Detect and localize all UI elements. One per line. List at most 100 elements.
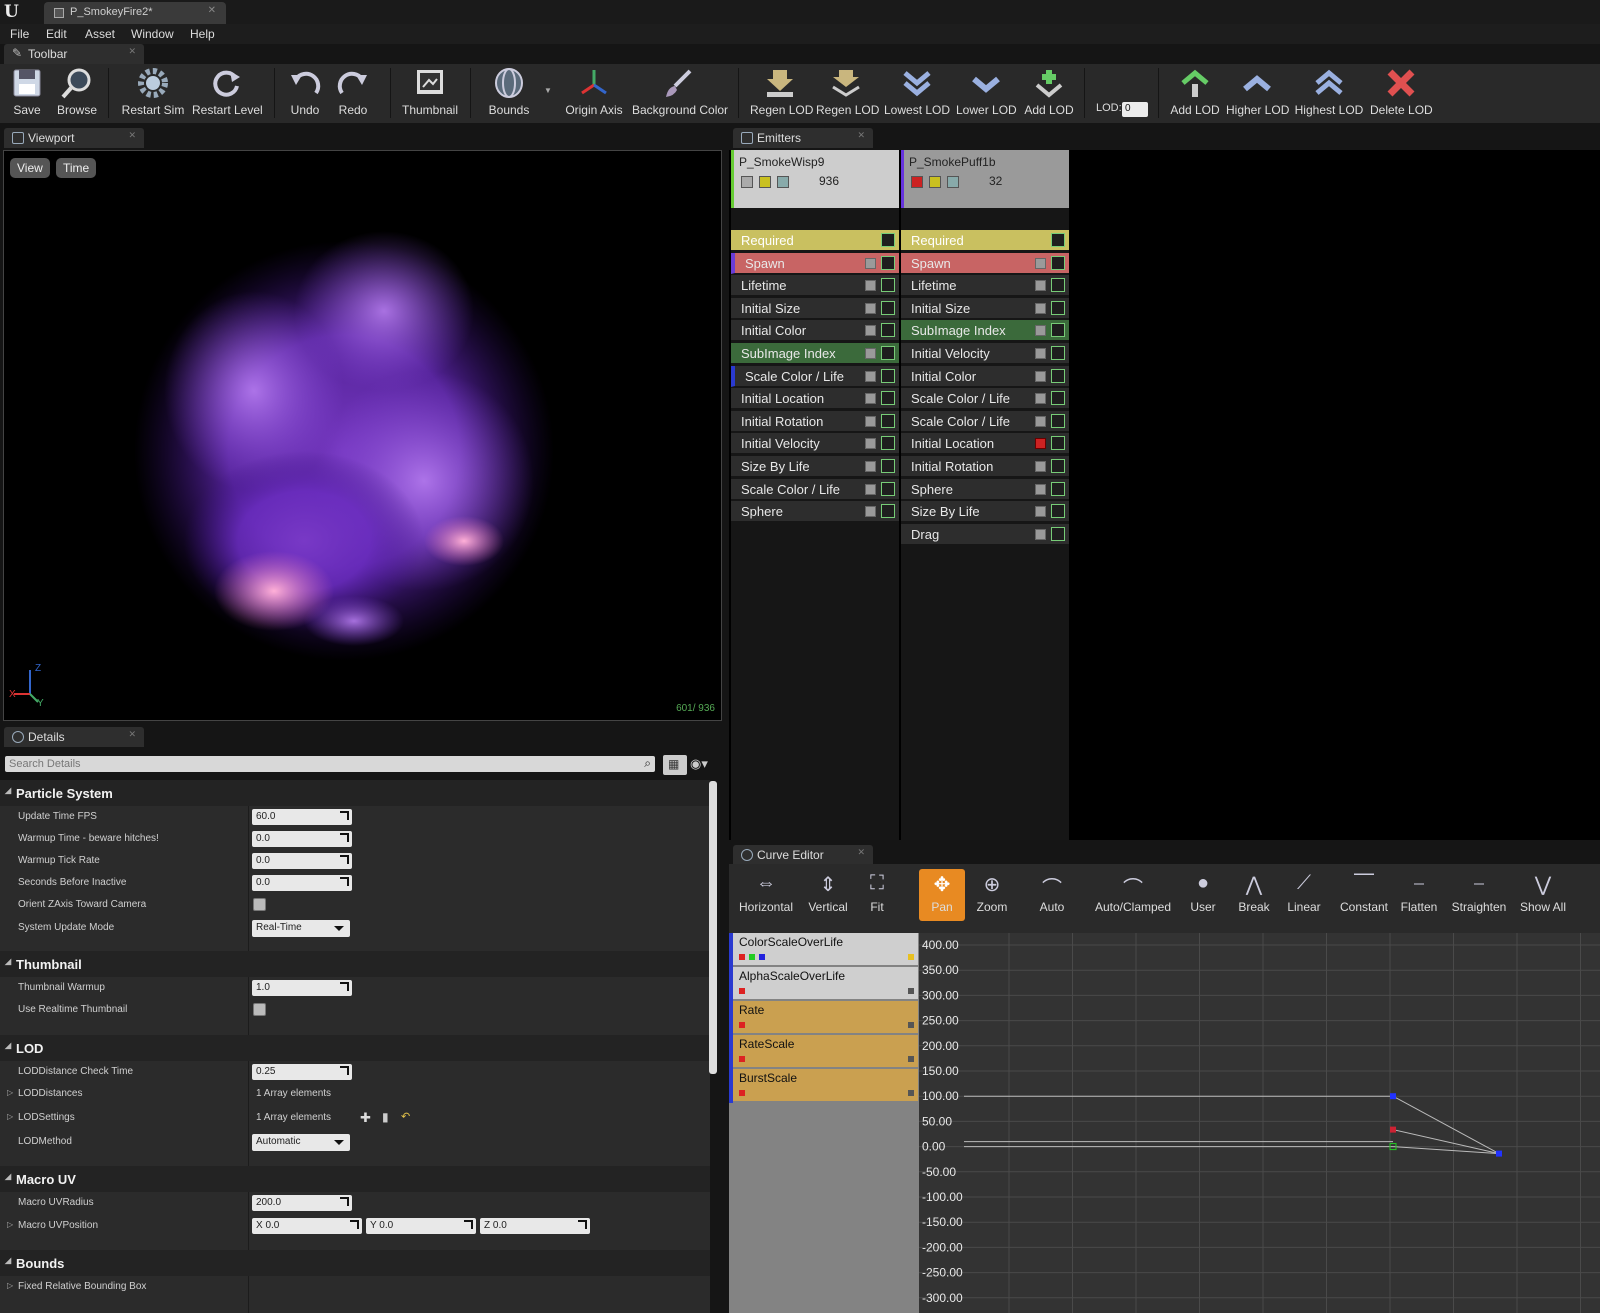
channel-swatch[interactable] xyxy=(739,988,745,994)
warmup-tick-rate-field[interactable]: 0.0 xyxy=(252,853,352,869)
curve-graph-icon[interactable] xyxy=(1051,459,1065,473)
track-visibility-toggle[interactable] xyxy=(908,1090,914,1096)
module-initial-rotation[interactable]: Initial Rotation xyxy=(901,456,1069,477)
curve-track-ratescale[interactable]: RateScale xyxy=(733,1035,918,1067)
curve-graph-icon[interactable] xyxy=(881,323,895,338)
curve-linear-button[interactable]: ⟋ Linear xyxy=(1279,869,1329,921)
menu-window[interactable]: Window xyxy=(131,27,174,41)
curve-show-all-button[interactable]: ⋁ Show All xyxy=(1514,869,1572,921)
undo-button[interactable]: Undo xyxy=(284,64,326,123)
close-icon[interactable]: ✕ xyxy=(208,5,216,16)
module-required[interactable]: Required xyxy=(731,230,899,251)
module-drag[interactable]: Drag xyxy=(901,523,1069,545)
curve-graph-icon[interactable] xyxy=(1051,323,1065,338)
module-lifetime[interactable]: Lifetime xyxy=(731,275,899,297)
spin-arrows-icon[interactable] xyxy=(350,1220,359,1229)
category-bounds[interactable]: Bounds xyxy=(0,1250,710,1276)
enable-checkbox[interactable] xyxy=(865,483,876,495)
spin-arrows-icon[interactable] xyxy=(340,982,349,991)
curve-auto-button[interactable]: ⌒ Auto xyxy=(1024,869,1080,921)
emitter-header[interactable]: P_SmokeWisp9 936 xyxy=(731,150,899,208)
enable-checkbox[interactable] xyxy=(865,415,876,427)
module-subimage-index[interactable]: SubImage Index xyxy=(901,320,1069,342)
lod-spinbox[interactable]: 0 xyxy=(1122,102,1148,117)
view-options-button[interactable]: ▦ xyxy=(663,755,687,775)
enable-checkbox[interactable] xyxy=(1035,302,1046,314)
module-lifetime[interactable]: Lifetime xyxy=(901,275,1069,297)
trash-icon[interactable]: ▮ xyxy=(382,1110,389,1124)
orient-zaxis-checkbox[interactable] xyxy=(253,898,266,911)
curve-flatten-button[interactable]: ⎯ Flatten xyxy=(1394,869,1444,921)
curve-straighten-button[interactable]: ⎯ Straighten xyxy=(1449,869,1509,921)
channel-swatch[interactable] xyxy=(749,954,755,960)
track-visibility-toggle[interactable] xyxy=(908,1022,914,1028)
curve-graph-icon[interactable] xyxy=(881,255,895,270)
curve-zoom-button[interactable]: ⊕ Zoom xyxy=(968,869,1016,921)
enable-checkbox[interactable] xyxy=(1035,393,1046,405)
enable-checkbox[interactable] xyxy=(865,302,876,314)
curve-graph-icon[interactable] xyxy=(1051,233,1065,247)
viewport[interactable]: View Time Z X Y 601/ 936 xyxy=(3,150,722,721)
warmup-time-field[interactable]: 0.0 xyxy=(252,831,352,847)
spin-arrows-icon[interactable] xyxy=(340,1066,349,1075)
curve-graph-icon[interactable] xyxy=(881,391,895,406)
restart-level-button[interactable]: Restart Level xyxy=(192,64,263,123)
enable-checkbox[interactable] xyxy=(865,370,876,382)
channel-swatch[interactable] xyxy=(739,1022,745,1028)
curve-graph-icon[interactable] xyxy=(1051,391,1065,406)
track-visibility-toggle[interactable] xyxy=(908,954,914,960)
curve-graph-icon[interactable] xyxy=(1051,481,1065,496)
thumbnail-warmup-field[interactable]: 1.0 xyxy=(252,980,352,996)
curve-constant-button[interactable]: ⎺ Constant xyxy=(1334,869,1394,921)
details-scrollbar[interactable] xyxy=(709,781,717,1074)
solo-icon[interactable] xyxy=(929,176,941,188)
curve-key[interactable] xyxy=(1496,1150,1502,1157)
module-initial-location[interactable]: Initial Location xyxy=(901,433,1069,455)
regen-lod-all-button[interactable]: Regen LOD xyxy=(816,64,879,123)
search-details-input[interactable]: Search Details ⌕ xyxy=(5,756,655,772)
macro-uv-position-x-field[interactable]: X 0.0 xyxy=(252,1218,362,1234)
enable-checkbox[interactable] xyxy=(1035,280,1046,292)
module-initial-velocity[interactable]: Initial Velocity xyxy=(731,433,899,455)
curve-break-button[interactable]: ⋀ Break xyxy=(1229,869,1279,921)
spin-arrows-icon[interactable] xyxy=(340,855,349,864)
enable-checkbox[interactable] xyxy=(1035,257,1046,269)
curve-horizontal-button[interactable]: ⇔ Horizontal xyxy=(735,869,797,921)
close-icon[interactable]: ✕ xyxy=(857,130,865,141)
reset-icon[interactable]: ↶ xyxy=(401,1110,410,1123)
curve-graph-icon[interactable] xyxy=(1051,300,1065,315)
redo-button[interactable]: Redo xyxy=(332,64,374,123)
tab-viewport[interactable]: Viewport ✕ xyxy=(4,128,144,148)
channel-swatch[interactable] xyxy=(739,1056,745,1062)
module-scale-color-life[interactable]: Scale Color / Life xyxy=(731,365,899,387)
expand-arrow-icon[interactable]: ▷ xyxy=(7,1112,13,1121)
curve-graph-icon[interactable] xyxy=(881,346,895,360)
module-subimage-index[interactable]: SubImage Index xyxy=(731,343,899,364)
curve-graph-icon[interactable] xyxy=(1051,346,1065,360)
expand-arrow-icon[interactable]: ▷ xyxy=(7,1281,13,1290)
module-scale-color-life[interactable]: Scale Color / Life xyxy=(901,388,1069,410)
macro-uv-position-y-field[interactable]: Y 0.0 xyxy=(366,1218,476,1234)
origin-axis-button[interactable]: Origin Axis xyxy=(564,64,624,123)
eye-icon[interactable]: ◉▾ xyxy=(690,756,708,772)
add-lod-up-button[interactable]: Add LOD xyxy=(1168,64,1222,123)
close-icon[interactable]: ✕ xyxy=(128,130,136,141)
curve-graph-icon[interactable] xyxy=(881,504,895,519)
save-button[interactable]: Save xyxy=(7,64,47,123)
solo-icon[interactable] xyxy=(759,176,771,188)
macro-uv-radius-field[interactable]: 200.0 xyxy=(252,1195,352,1211)
curve-graph-icon[interactable] xyxy=(881,481,895,496)
disabled-x-icon[interactable] xyxy=(1035,438,1046,450)
curve-graph-icon[interactable] xyxy=(881,413,895,428)
curve-graph-icon[interactable] xyxy=(881,436,895,451)
disabled-x-icon[interactable] xyxy=(911,176,923,188)
menu-help[interactable]: Help xyxy=(190,27,215,41)
module-initial-velocity[interactable]: Initial Velocity xyxy=(901,343,1069,364)
spin-arrows-icon[interactable] xyxy=(340,877,349,886)
category-thumbnail[interactable]: Thumbnail xyxy=(0,951,710,977)
add-lod-button[interactable]: Add LOD xyxy=(1022,64,1076,123)
category-lod[interactable]: LOD xyxy=(0,1035,710,1061)
module-spawn[interactable]: Spawn xyxy=(731,252,899,274)
enable-checkbox[interactable] xyxy=(1035,483,1046,495)
enable-checkbox[interactable] xyxy=(865,461,876,472)
